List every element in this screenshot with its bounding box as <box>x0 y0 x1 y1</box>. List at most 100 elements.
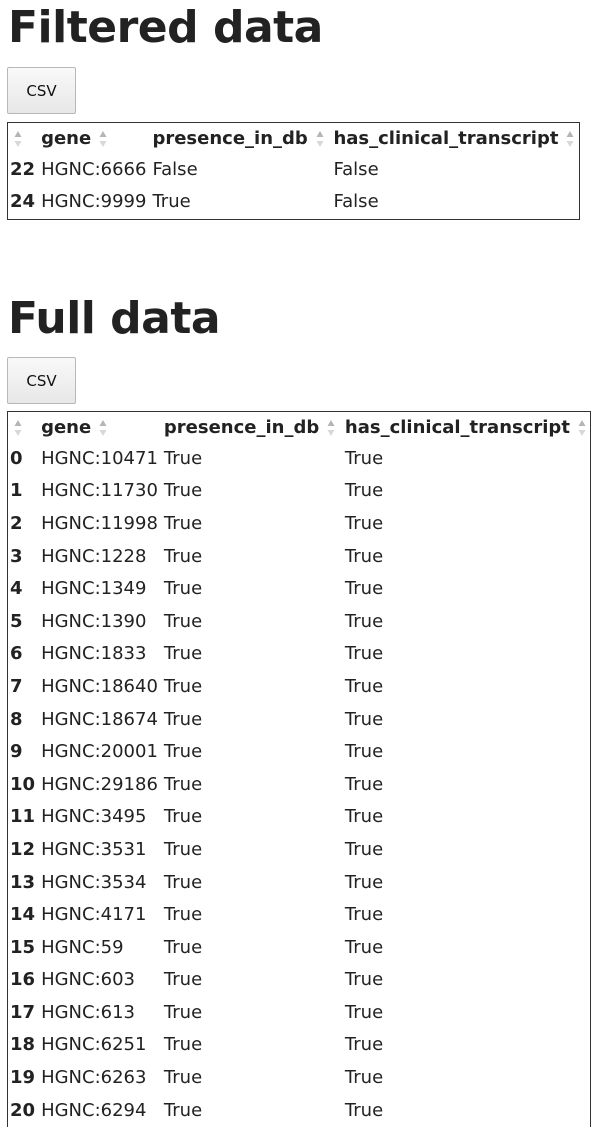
table-row: 18 HGNC:6251 True True <box>8 1029 590 1062</box>
gene-cell: HGNC:6251 <box>41 1034 147 1056</box>
table-row: 20 HGNC:6294 True True <box>8 1094 590 1127</box>
column-header-gene[interactable]: gene <box>39 123 150 153</box>
gene-cell: HGNC:3534 <box>41 871 147 893</box>
row-index-cell: 11 <box>10 806 36 828</box>
gene-cell: HGNC:603 <box>41 969 135 991</box>
has-clinical-transcript-cell: True <box>344 1099 384 1121</box>
presence-in-db-cell: True <box>163 936 203 958</box>
presence-in-db-cell: True <box>163 969 203 991</box>
row-index-cell: 8 <box>10 708 23 730</box>
sort-icon[interactable] <box>99 130 107 148</box>
presence-in-db-cell: True <box>163 545 203 567</box>
table-row: 1 HGNC:11730 True True <box>8 475 590 508</box>
gene-cell: HGNC:4171 <box>41 904 147 926</box>
presence-in-db-cell: True <box>163 512 203 534</box>
gene-cell: HGNC:1833 <box>41 643 147 665</box>
presence-in-db-cell: True <box>163 447 203 469</box>
row-index-cell: 0 <box>10 447 23 469</box>
table-row: 15 HGNC:59 True True <box>8 931 590 964</box>
table-header-row: gene presence_in_db has_clinical_transcr… <box>8 412 590 442</box>
presence-in-db-cell: True <box>163 610 203 632</box>
column-header-has-clinical-transcript[interactable]: has_clinical_transcript <box>331 123 578 153</box>
row-index-cell: 10 <box>10 773 36 795</box>
gene-cell: HGNC:29186 <box>41 773 158 795</box>
gene-cell: HGNC:18640 <box>41 675 158 697</box>
column-header-presence-in-db[interactable]: presence_in_db <box>150 123 331 153</box>
gene-cell: HGNC:59 <box>41 936 124 958</box>
sort-icon[interactable] <box>327 419 335 437</box>
has-clinical-transcript-cell: True <box>344 1001 384 1023</box>
full-data-table-container[interactable]: gene presence_in_db has_clinical_transcr… <box>7 411 591 1127</box>
has-clinical-transcript-cell: True <box>344 708 384 730</box>
row-index-cell: 17 <box>10 1001 36 1023</box>
presence-in-db-cell: True <box>163 480 203 502</box>
has-clinical-transcript-cell: True <box>344 838 384 860</box>
has-clinical-transcript-cell: False <box>333 191 379 213</box>
filtered-data-table-container[interactable]: gene presence_in_db has_clinical_transcr… <box>7 122 580 220</box>
presence-in-db-cell: True <box>163 871 203 893</box>
filtered-data-table: gene presence_in_db has_clinical_transcr… <box>8 123 578 218</box>
sort-icon[interactable] <box>99 419 107 437</box>
presence-in-db-cell: True <box>163 1067 203 1089</box>
sort-icon[interactable] <box>566 130 574 148</box>
sort-icon[interactable] <box>578 419 586 437</box>
gene-cell: HGNC:1349 <box>41 578 147 600</box>
gene-cell: HGNC:9999 <box>41 191 147 213</box>
column-header-gene[interactable]: gene <box>39 412 162 442</box>
column-header-has-clinical-transcript[interactable]: has_clinical_transcript <box>343 412 590 442</box>
row-index-cell: 19 <box>10 1067 36 1089</box>
presence-in-db-cell: False <box>152 158 198 180</box>
column-header-presence-in-db[interactable]: presence_in_db <box>162 412 343 442</box>
sort-icon[interactable] <box>14 419 22 437</box>
full-csv-button[interactable]: CSV <box>7 357 76 404</box>
has-clinical-transcript-cell: True <box>344 773 384 795</box>
row-index-cell: 9 <box>10 741 23 763</box>
presence-in-db-cell: True <box>163 708 203 730</box>
table-row: 6 HGNC:1833 True True <box>8 638 590 671</box>
gene-cell: HGNC:11998 <box>41 512 158 534</box>
presence-in-db-cell: True <box>163 806 203 828</box>
sort-icon[interactable] <box>316 130 324 148</box>
sort-icon[interactable] <box>14 130 22 148</box>
gene-cell: HGNC:3531 <box>41 838 147 860</box>
filtered-data-title: Filtered data <box>8 2 323 53</box>
has-clinical-transcript-cell: True <box>344 1067 384 1089</box>
presence-in-db-cell: True <box>163 904 203 926</box>
table-row: 11 HGNC:3495 True True <box>8 801 590 834</box>
page: Filtered data CSV gene presence_in_db ha… <box>0 0 604 1127</box>
has-clinical-transcript-cell: True <box>344 936 384 958</box>
table-row: 3 HGNC:1228 True True <box>8 540 590 573</box>
table-row: 12 HGNC:3531 True True <box>8 833 590 866</box>
table-row: 10 HGNC:29186 True True <box>8 768 590 801</box>
table-row: 0 HGNC:10471 True True <box>8 442 590 475</box>
row-index-cell: 4 <box>10 578 23 600</box>
full-data-title: Full data <box>8 293 221 344</box>
gene-cell: HGNC:1390 <box>41 610 147 632</box>
filtered-table-body: 22 HGNC:6666 False False 24 HGNC:9999 True Fals… <box>8 153 578 218</box>
table-row: 9 HGNC:20001 True True <box>8 735 590 768</box>
has-clinical-transcript-cell: True <box>344 969 384 991</box>
table-row: 4 HGNC:1349 True True <box>8 572 590 605</box>
row-index-cell: 14 <box>10 904 36 926</box>
gene-cell: HGNC:6294 <box>41 1099 147 1121</box>
presence-in-db-cell: True <box>163 741 203 763</box>
column-header-index[interactable] <box>8 412 39 442</box>
row-index-cell: 22 <box>10 158 36 180</box>
table-row: 24 HGNC:9999 True False <box>8 186 578 219</box>
table-row: 13 HGNC:3534 True True <box>8 866 590 899</box>
gene-cell: HGNC:613 <box>41 1001 135 1023</box>
presence-in-db-cell: True <box>163 643 203 665</box>
presence-in-db-cell: True <box>163 1099 203 1121</box>
gene-cell: HGNC:11730 <box>41 480 158 502</box>
presence-in-db-cell: True <box>163 675 203 697</box>
has-clinical-transcript-cell: True <box>344 871 384 893</box>
table-row: 22 HGNC:6666 False False <box>8 153 578 186</box>
column-header-index[interactable] <box>8 123 39 153</box>
table-row: 17 HGNC:613 True True <box>8 996 590 1029</box>
gene-cell: HGNC:3495 <box>41 806 147 828</box>
filtered-csv-button[interactable]: CSV <box>7 67 76 114</box>
has-clinical-transcript-cell: True <box>344 447 384 469</box>
has-clinical-transcript-cell: True <box>344 480 384 502</box>
table-row: 14 HGNC:4171 True True <box>8 898 590 931</box>
row-index-cell: 3 <box>10 545 23 567</box>
